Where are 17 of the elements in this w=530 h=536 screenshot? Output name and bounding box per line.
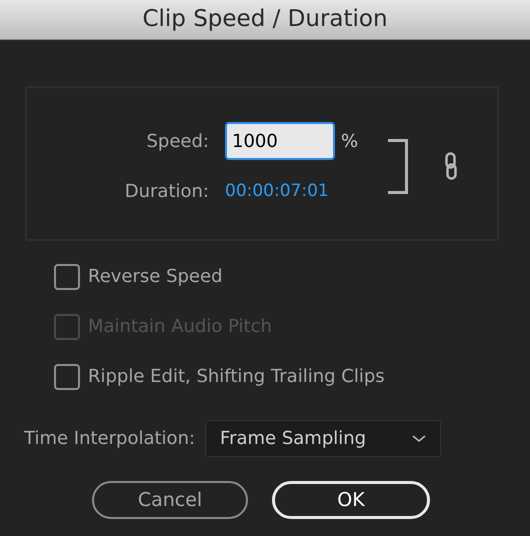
checkbox[interactable] [54, 364, 80, 390]
duration-value[interactable]: 00:00:07:01 [225, 178, 329, 204]
cancel-button[interactable]: Cancel [92, 481, 248, 519]
percent-unit: % [341, 130, 358, 154]
speed-field[interactable]: 1000 [225, 122, 335, 160]
checkbox-label: Ripple Edit, Shifting Trailing Clips [88, 365, 385, 389]
window-title: Clip Speed / Duration [142, 5, 388, 34]
checkbox-label: Reverse Speed [88, 265, 222, 289]
link-bracket [388, 139, 408, 194]
duration-label: Duration: [124, 180, 209, 204]
time-interpolation-label: Time Interpolation: [24, 427, 196, 451]
time-interpolation-dropdown[interactable]: Frame Sampling [205, 420, 442, 457]
ok-button[interactable]: OK [272, 481, 430, 519]
checkbox[interactable] [54, 264, 80, 290]
chevron-down-icon [412, 434, 426, 442]
speed-label: Speed: [146, 130, 209, 154]
link-icon[interactable] [445, 152, 458, 180]
